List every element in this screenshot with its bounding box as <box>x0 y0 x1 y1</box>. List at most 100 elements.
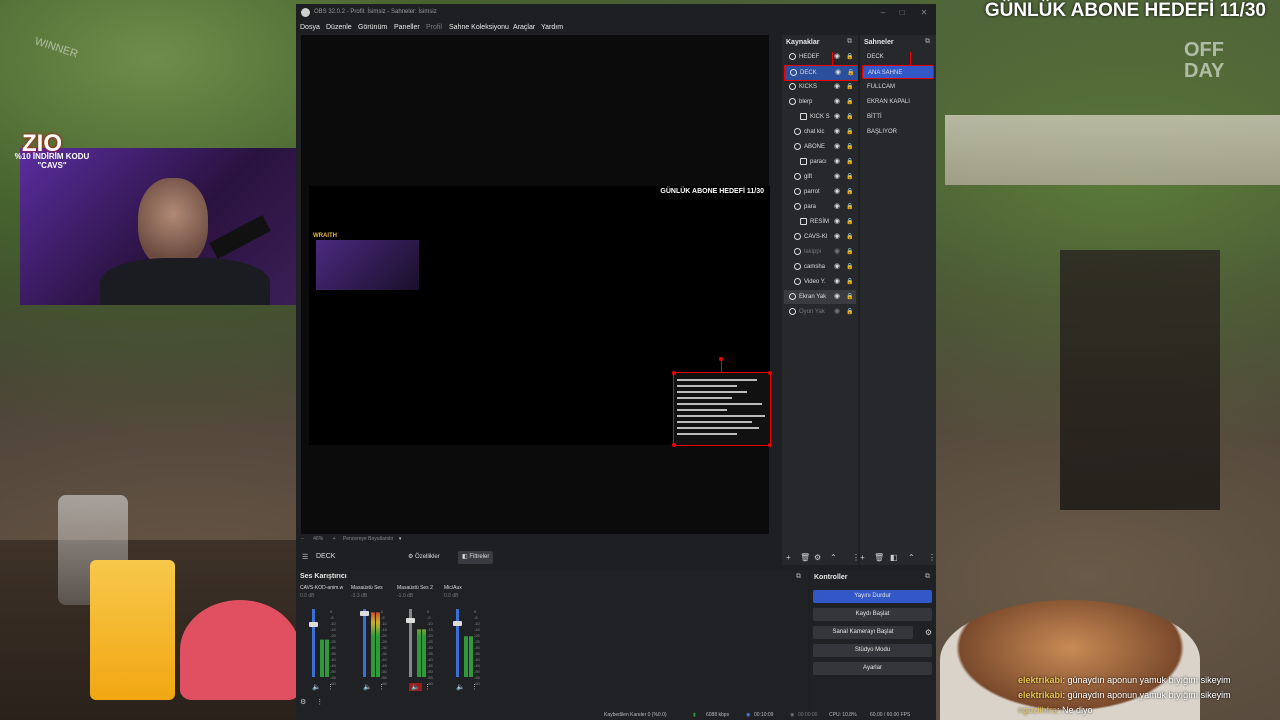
visibility-eye-icon[interactable]: ◉ <box>834 125 840 139</box>
lock-icon[interactable]: 🔒 <box>847 66 854 80</box>
source-item[interactable]: KICK S ◉ 🔒 <box>784 110 856 124</box>
volume-slider[interactable] <box>456 609 459 677</box>
virtual-camera-gear-icon[interactable]: ⚙ <box>925 628 932 637</box>
add-source-button[interactable]: + <box>786 553 791 562</box>
channel-menu-icon[interactable]: ⋮ <box>327 683 334 691</box>
mute-speaker-icon[interactable]: 🔈 <box>312 683 321 691</box>
remove-scene-button[interactable]: 🗑 <box>874 553 884 562</box>
visibility-eye-icon[interactable]: ◉ <box>834 200 840 214</box>
lock-icon[interactable]: 🔒 <box>846 155 853 169</box>
preview-area[interactable]: GÜNLÜK ABONE HEDEFİ 11/30 WRAITH <box>301 35 772 534</box>
source-item[interactable]: KICKS ◉ 🔒 <box>784 80 856 94</box>
volume-slider[interactable] <box>363 609 366 677</box>
dock-popout-icon[interactable]: ⧉ <box>925 573 933 581</box>
lock-icon[interactable]: 🔒 <box>846 245 853 259</box>
source-item[interactable]: Video Y. ◉ 🔒 <box>784 275 856 289</box>
source-item[interactable]: gift ◉ 🔒 <box>784 170 856 184</box>
lock-icon[interactable]: 🔒 <box>846 140 853 154</box>
lock-icon[interactable]: 🔒 <box>846 275 853 289</box>
add-scene-button[interactable]: + <box>860 553 865 562</box>
menu-tools[interactable]: Araçlar <box>513 24 535 31</box>
source-item[interactable]: HEDEF ◉ 🔒 <box>784 50 856 64</box>
scene-item[interactable]: EKRAN KAPALI <box>862 95 934 109</box>
preview-webcam-source[interactable] <box>316 240 419 290</box>
visibility-eye-icon[interactable]: ◉ <box>834 230 840 244</box>
source-item[interactable]: ABONE ◉ 🔒 <box>784 140 856 154</box>
visibility-eye-icon[interactable]: ◉ <box>834 275 840 289</box>
mute-speaker-icon[interactable]: 🔈 <box>409 683 422 691</box>
channel-menu-icon[interactable]: ⋮ <box>471 683 478 691</box>
resize-handle[interactable] <box>768 371 772 375</box>
lock-icon[interactable]: 🔒 <box>846 215 853 229</box>
volume-slider-handle[interactable] <box>453 621 462 626</box>
source-item[interactable]: DECK ◉ 🔒 <box>784 52 858 81</box>
start-record-button[interactable]: Kaydı Başlat <box>813 608 932 621</box>
filters-button[interactable]: ◧ Filtreler <box>458 551 494 564</box>
settings-button[interactable]: Ayarlar <box>813 662 932 675</box>
dock-menu-icon[interactable]: ⋮ <box>852 553 860 562</box>
visibility-eye-icon[interactable]: ◉ <box>834 170 840 184</box>
source-item[interactable]: Oyun Yak ◉ 🔒 <box>784 305 856 319</box>
source-item[interactable]: camsha ◉ 🔒 <box>784 260 856 274</box>
studio-mode-button[interactable]: Stüdyo Modu <box>813 644 932 657</box>
resize-handle[interactable] <box>672 443 676 447</box>
scene-filter-icon[interactable]: ◧ <box>890 553 898 562</box>
source-item[interactable]: paracı ◉ 🔒 <box>784 155 856 169</box>
fit-window-label[interactable]: Pencereye Boyutlandır <box>343 536 394 542</box>
lock-icon[interactable]: 🔒 <box>846 230 853 244</box>
mute-speaker-icon[interactable]: 🔈 <box>363 683 372 691</box>
mute-speaker-icon[interactable]: 🔈 <box>456 683 465 691</box>
visibility-eye-icon[interactable]: ◉ <box>834 290 840 304</box>
lock-icon[interactable]: 🔒 <box>846 290 853 304</box>
zoom-in-button[interactable]: + <box>333 536 336 542</box>
source-item[interactable]: CAVS-KI ◉ 🔒 <box>784 230 856 244</box>
visibility-eye-icon[interactable]: ◉ <box>834 110 840 124</box>
lock-icon[interactable]: 🔒 <box>846 185 853 199</box>
source-item[interactable]: blerp ◉ 🔒 <box>784 95 856 109</box>
zoom-out-button[interactable]: – <box>301 536 304 542</box>
scene-item[interactable]: BAŞLIYOR <box>862 125 934 139</box>
virtual-camera-button[interactable]: Sanal Kamerayı Başlat <box>813 626 913 639</box>
scene-item[interactable]: DECK <box>862 50 934 64</box>
visibility-eye-icon[interactable]: ◉ <box>834 50 840 64</box>
properties-button[interactable]: ⚙ Özellikler <box>404 551 444 564</box>
visibility-eye-icon[interactable]: ◉ <box>834 155 840 169</box>
visibility-eye-icon[interactable]: ◉ <box>834 185 840 199</box>
scene-item[interactable]: BİTTİ <box>862 110 934 124</box>
selected-chat-source[interactable] <box>672 357 772 447</box>
source-item[interactable]: parrot ◉ 🔒 <box>784 185 856 199</box>
source-gear-icon[interactable]: ⚙ <box>814 553 821 562</box>
minimize-button[interactable]: – <box>877 7 889 19</box>
lock-icon[interactable]: 🔒 <box>846 95 853 109</box>
channel-menu-icon[interactable]: ⋮ <box>378 683 385 691</box>
source-item[interactable]: lakippi ◉ 🔒 <box>784 245 856 259</box>
lock-icon[interactable]: 🔒 <box>846 50 853 64</box>
move-up-icon[interactable]: ⌃ <box>830 553 837 562</box>
lock-icon[interactable]: 🔒 <box>846 305 853 319</box>
volume-slider-handle[interactable] <box>309 622 318 627</box>
visibility-eye-icon[interactable]: ◉ <box>834 215 840 229</box>
menu-edit[interactable]: Düzenle <box>326 24 352 31</box>
volume-slider-handle[interactable] <box>360 611 369 616</box>
source-item[interactable]: Ekran Yak ◉ 🔒 <box>784 290 856 304</box>
visibility-eye-icon[interactable]: ◉ <box>834 245 840 259</box>
close-button[interactable]: ✕ <box>918 7 930 19</box>
menu-scene-collection[interactable]: Sahne Koleksiyonu <box>449 24 509 31</box>
advanced-audio-icon[interactable]: ⚙ <box>300 699 306 706</box>
lock-icon[interactable]: 🔒 <box>846 260 853 274</box>
visibility-eye-icon[interactable]: ◉ <box>834 305 840 319</box>
volume-slider[interactable] <box>312 609 315 677</box>
stop-stream-button[interactable]: Yayını Durdur <box>813 590 932 603</box>
source-item[interactable]: para ◉ 🔒 <box>784 200 856 214</box>
menu-docks[interactable]: Paneller <box>394 24 420 31</box>
dock-popout-icon[interactable]: ⧉ <box>847 38 855 46</box>
menu-file[interactable]: Dosya <box>300 24 320 31</box>
rotate-handle[interactable] <box>719 357 723 361</box>
menu-help[interactable]: Yardım <box>541 24 563 31</box>
remove-source-button[interactable]: 🗑 <box>800 553 810 562</box>
lock-icon[interactable]: 🔒 <box>846 170 853 184</box>
mixer-menu-icon[interactable]: ⋮ <box>316 699 323 706</box>
menu-view[interactable]: Görünüm <box>358 24 387 31</box>
dock-popout-icon[interactable]: ⧉ <box>796 573 804 581</box>
lock-icon[interactable]: 🔒 <box>846 110 853 124</box>
